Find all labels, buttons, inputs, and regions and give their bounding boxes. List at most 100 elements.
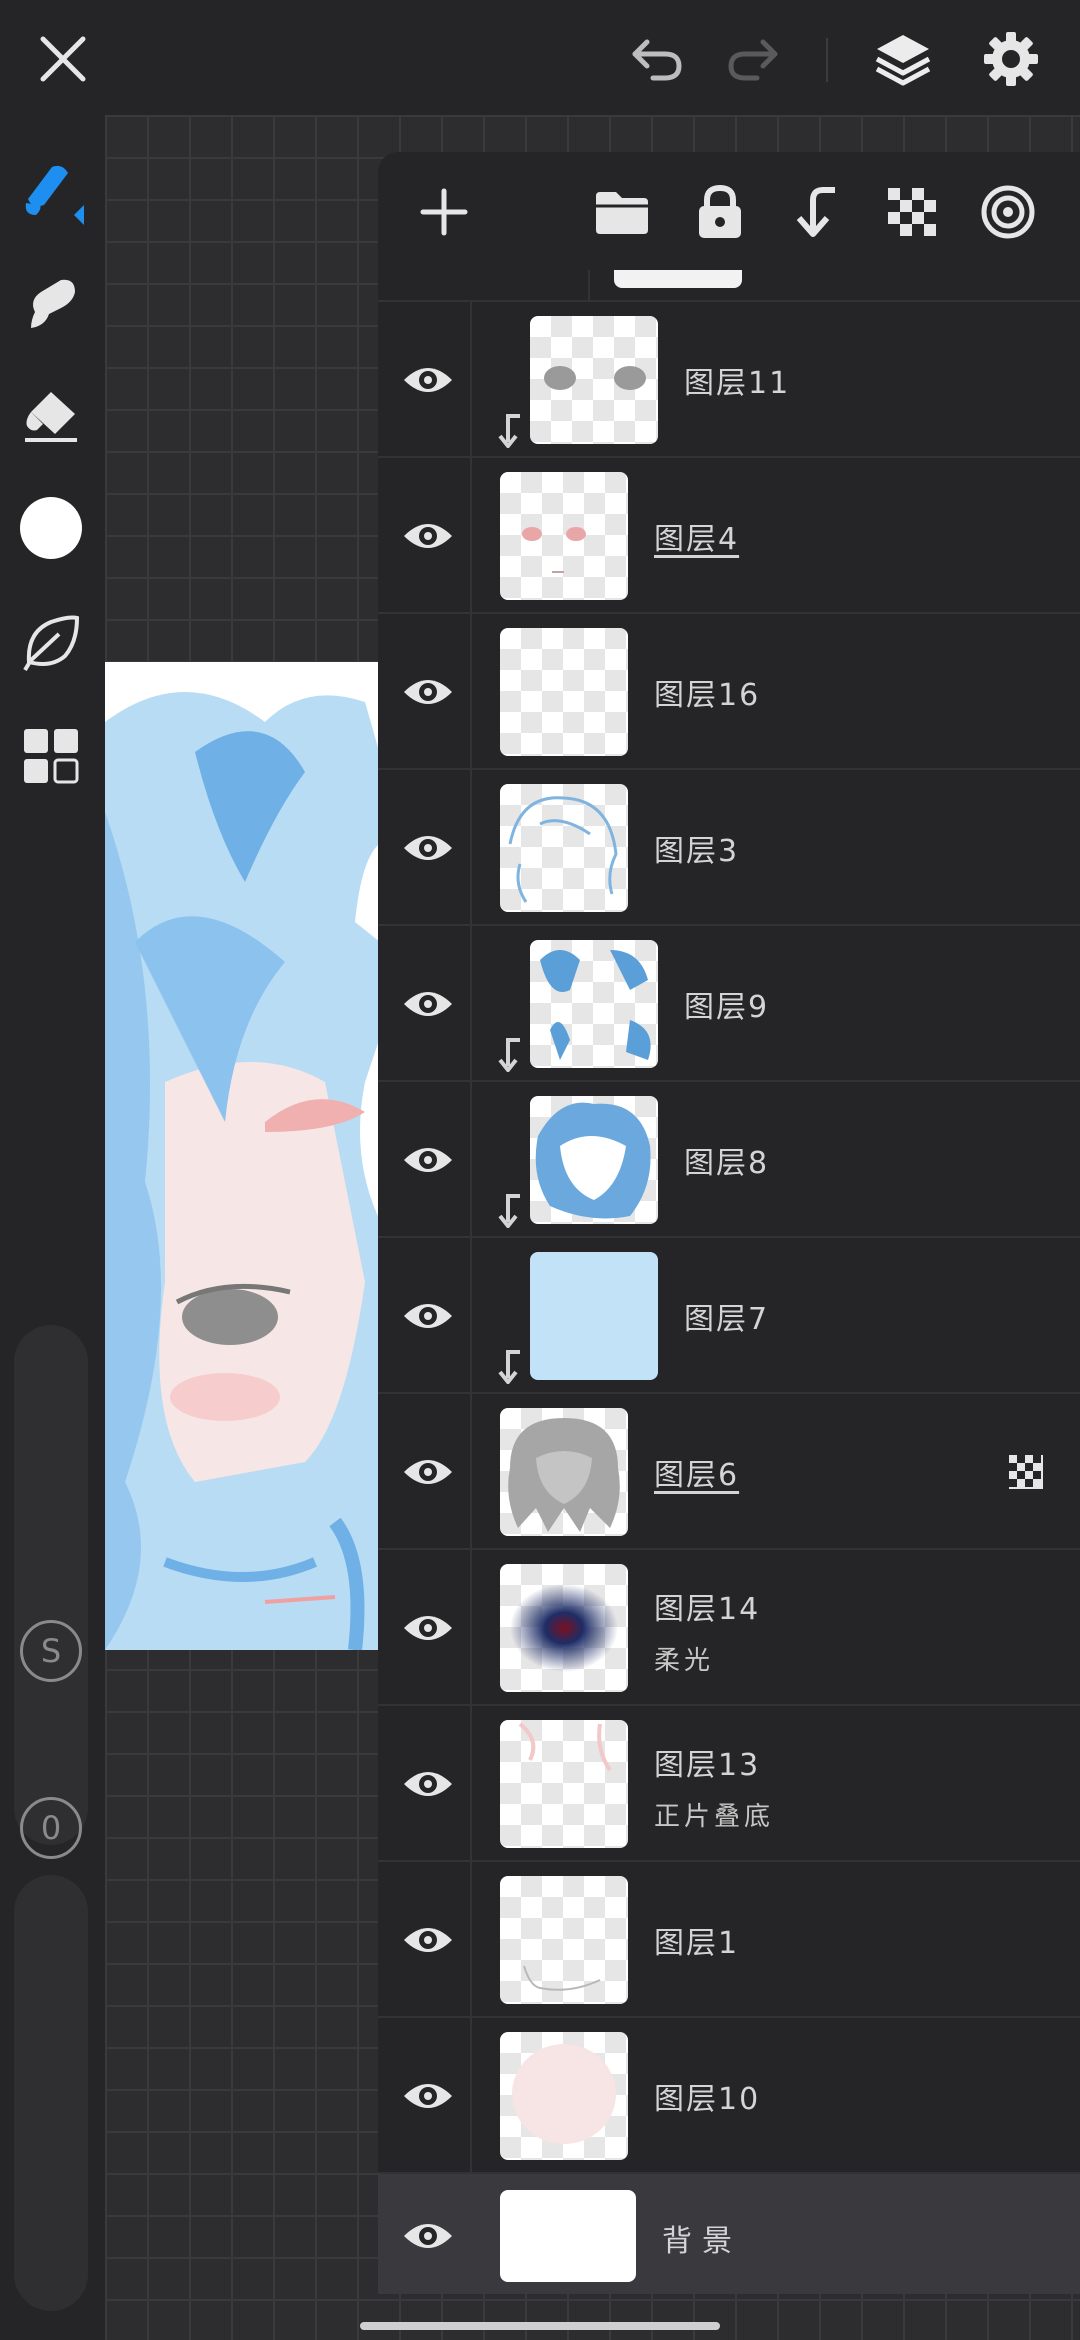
row-divider — [470, 2018, 472, 2172]
layers-icon[interactable] — [872, 28, 934, 90]
layer-list-top-peek — [496, 270, 1080, 300]
visibility-eye-icon[interactable] — [398, 1442, 458, 1502]
layer-row[interactable]: 图层7 — [378, 1236, 1080, 1392]
leaf-tool-icon[interactable] — [18, 609, 84, 675]
layers-panel-toolbar — [378, 152, 1080, 270]
alpha-lock-icon[interactable] — [882, 182, 942, 242]
layer-thumbnail — [500, 628, 628, 756]
layer-thumbnail — [530, 1252, 658, 1380]
layer-row[interactable]: 图层9 — [378, 924, 1080, 1080]
opacity-slider[interactable] — [14, 1875, 88, 2311]
row-divider — [470, 926, 472, 1080]
row-divider — [470, 1706, 472, 1860]
redo-icon[interactable] — [722, 28, 784, 90]
visibility-eye-icon[interactable] — [398, 974, 458, 1034]
row-divider — [470, 458, 472, 612]
layer-name: 图层6 — [654, 1458, 740, 1493]
row-divider — [470, 1394, 472, 1548]
layer-thumbnail — [500, 1564, 628, 1692]
close-icon[interactable] — [32, 28, 94, 90]
settings-icon[interactable] — [980, 28, 1042, 90]
row-divider — [470, 302, 472, 456]
layer-name: 背景 — [662, 2224, 742, 2259]
layer-blend-mode: 正片叠底 — [654, 1802, 775, 1832]
layer-name: 图层1 — [654, 1926, 740, 1961]
layer-thumbnail — [530, 316, 658, 444]
opacity-knob[interactable]: 0 — [20, 1797, 82, 1859]
undo-icon[interactable] — [626, 28, 688, 90]
layer-name: 图层8 — [684, 1146, 770, 1181]
layer-thumbnail — [500, 1720, 628, 1848]
layer-thumbnail — [500, 472, 628, 600]
visibility-eye-icon[interactable] — [398, 2206, 458, 2266]
add-layer-icon[interactable] — [414, 182, 474, 242]
toolbar-divider — [826, 38, 828, 82]
layer-thumbnail — [500, 1408, 628, 1536]
layer-row[interactable]: 图层3 — [378, 768, 1080, 924]
visibility-eye-icon[interactable] — [398, 662, 458, 722]
top-bar — [0, 0, 1080, 115]
layer-thumbnail — [500, 1876, 628, 2004]
visibility-eye-icon[interactable] — [398, 506, 458, 566]
layer-thumbnail — [500, 2190, 636, 2282]
home-indicator[interactable] — [360, 2322, 720, 2330]
visibility-eye-icon[interactable] — [398, 350, 458, 410]
color-swatch[interactable] — [18, 495, 84, 561]
row-divider — [470, 614, 472, 768]
layer-name: 图层14 — [654, 1592, 761, 1627]
layers-panel: 图层11 图层4 图层16 图层3 图层9 图层8 图层7 图层6 图层14 柔… — [378, 152, 1080, 2294]
clipping-mask-arrow-icon — [498, 1194, 520, 1228]
row-divider — [470, 1550, 472, 1704]
brush-tool-icon[interactable] — [18, 159, 84, 225]
layer-name: 图层16 — [654, 678, 761, 713]
layer-name: 图层7 — [684, 1302, 770, 1337]
clipping-mask-arrow-icon — [498, 414, 520, 448]
smudge-tool-icon[interactable] — [18, 271, 84, 337]
layer-row-background[interactable]: 背景 — [378, 2172, 1080, 2294]
clipping-mask-arrow-icon — [498, 1038, 520, 1072]
layer-row[interactable]: 图层13 正片叠底 — [378, 1704, 1080, 1860]
layer-row[interactable]: 图层8 — [378, 1080, 1080, 1236]
visibility-eye-icon[interactable] — [398, 1286, 458, 1346]
row-divider — [470, 1862, 472, 2016]
blend-mode-icon[interactable] — [978, 182, 1038, 242]
clipping-mask-arrow-icon — [498, 1350, 520, 1384]
layer-name: 图层10 — [654, 2082, 761, 2117]
lock-icon[interactable] — [690, 182, 750, 242]
merge-down-icon[interactable] — [786, 182, 846, 242]
visibility-eye-icon[interactable] — [398, 1910, 458, 1970]
layer-name: 图层4 — [654, 522, 740, 557]
layer-thumbnail — [500, 784, 628, 912]
layer-name: 图层13 — [654, 1748, 761, 1783]
row-divider — [470, 1082, 472, 1236]
folder-icon[interactable] — [592, 182, 652, 242]
row-divider — [470, 770, 472, 924]
left-toolbar: S 0 — [0, 115, 105, 2340]
layer-row[interactable]: 图层4 — [378, 456, 1080, 612]
visibility-eye-icon[interactable] — [398, 1130, 458, 1190]
layer-row[interactable]: 图层16 — [378, 612, 1080, 768]
layer-thumbnail — [500, 2032, 628, 2160]
layer-name: 图层9 — [684, 990, 770, 1025]
layer-thumbnail — [530, 940, 658, 1068]
layer-row[interactable]: 图层14 柔光 — [378, 1548, 1080, 1704]
layer-row[interactable]: 图层1 — [378, 1860, 1080, 2016]
visibility-eye-icon[interactable] — [398, 2066, 458, 2126]
layer-thumbnail — [530, 1096, 658, 1224]
visibility-eye-icon[interactable] — [398, 818, 458, 878]
layer-row[interactable]: 图层6 — [378, 1392, 1080, 1548]
brush-size-slider[interactable] — [14, 1325, 88, 1845]
layer-name: 图层11 — [684, 366, 791, 401]
visibility-eye-icon[interactable] — [398, 1598, 458, 1658]
alpha-lock-indicator-icon — [1009, 1455, 1043, 1489]
layer-row[interactable]: 图层11 — [378, 300, 1080, 456]
opacity-label: 0 — [40, 1809, 62, 1847]
eraser-tool-icon[interactable] — [18, 383, 84, 449]
layer-name: 图层3 — [654, 834, 740, 869]
brush-size-knob[interactable]: S — [20, 1620, 82, 1682]
layer-blend-mode: 柔光 — [654, 1646, 715, 1676]
row-divider — [470, 1238, 472, 1392]
grid-tool-icon[interactable] — [18, 723, 84, 789]
layer-row[interactable]: 图层10 — [378, 2016, 1080, 2172]
visibility-eye-icon[interactable] — [398, 1754, 458, 1814]
